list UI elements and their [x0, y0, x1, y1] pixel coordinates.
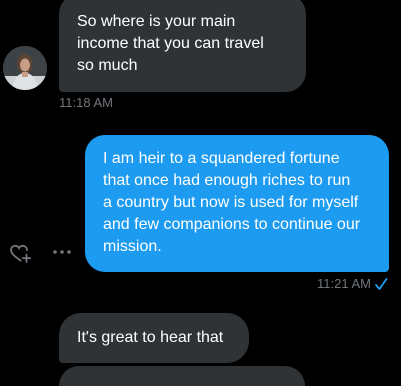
- avatar[interactable]: [3, 46, 47, 90]
- message-timestamp: 11:21 AM: [317, 276, 371, 291]
- message-bubble-sent[interactable]: I am heir to a squandered fortune that o…: [85, 135, 389, 272]
- message-bubble-received-partial[interactable]: [59, 366, 305, 386]
- message-bubble-received[interactable]: So where is your main income that you ca…: [59, 0, 306, 92]
- more-options-icon[interactable]: [50, 244, 74, 260]
- avatar-photo: [3, 46, 47, 90]
- message-bubble-received[interactable]: It's great to hear that: [59, 313, 249, 363]
- add-reaction-icon[interactable]: [8, 241, 32, 265]
- message-timestamp: 11:18 AM: [59, 95, 113, 110]
- checkmark-icon: [375, 278, 388, 290]
